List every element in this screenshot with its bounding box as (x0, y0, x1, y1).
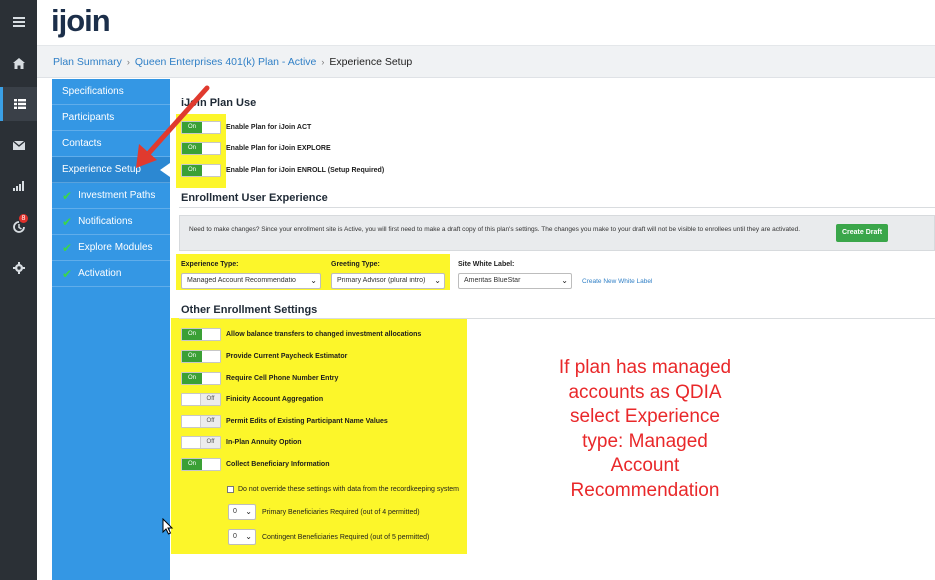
annotation-arrow (136, 85, 210, 168)
mouse-cursor-icon (162, 518, 174, 535)
